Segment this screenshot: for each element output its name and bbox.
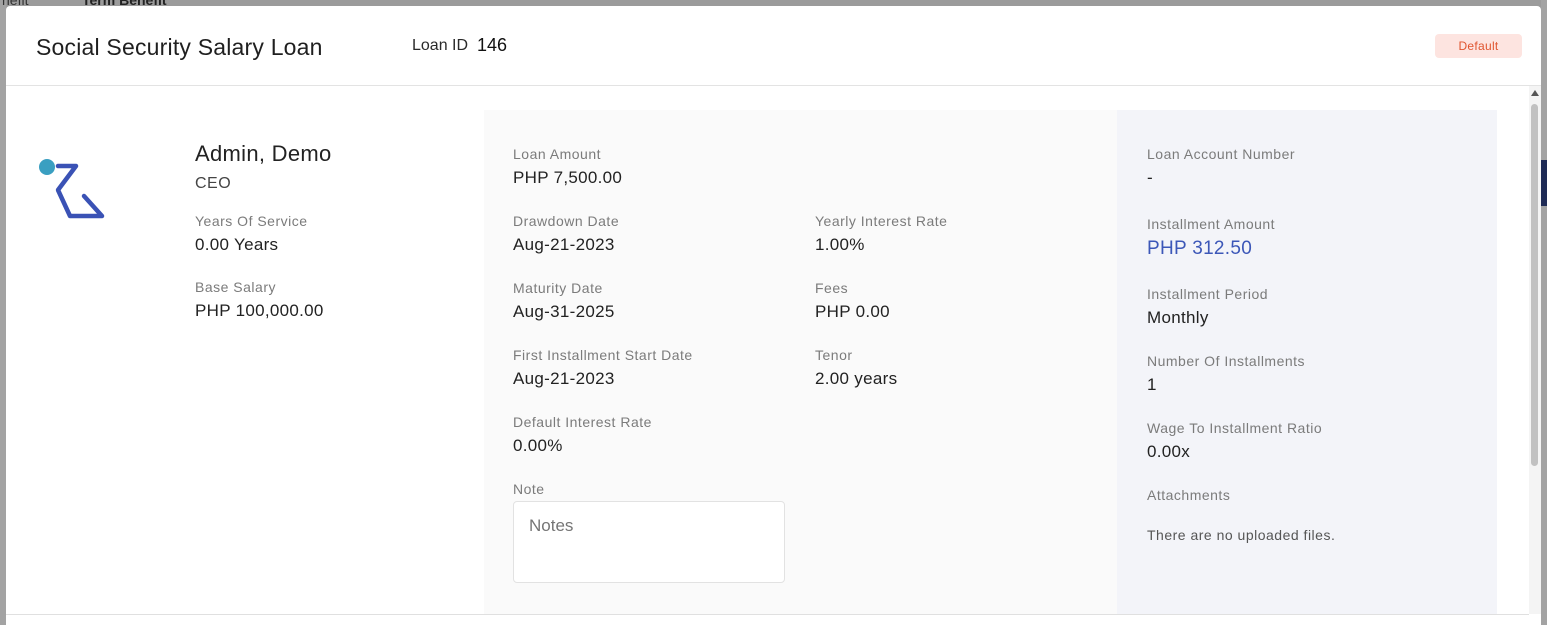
modal-header: Social Security Salary Loan Loan ID 146 …	[6, 6, 1541, 86]
tenor-field: Tenor 2.00 years	[815, 347, 897, 389]
scrollbar[interactable]	[1529, 86, 1541, 614]
installment-amount-value: PHP 312.50	[1147, 238, 1253, 259]
first-installment-value: Aug-21-2023	[513, 369, 615, 388]
wage-ratio-value: 0.00x	[1147, 442, 1191, 461]
installment-amount-label: Installment Amount	[1147, 216, 1276, 232]
scroll-up-arrow-icon[interactable]	[1531, 90, 1539, 96]
loan-id-label: Loan ID	[412, 37, 469, 54]
years-of-service-value: 0.00 Years	[195, 235, 279, 254]
loan-account-number-field: Loan Account Number -	[1147, 146, 1295, 188]
employee-position: CEO	[195, 175, 232, 192]
background-right-edge	[1541, 0, 1547, 625]
tenor-label: Tenor	[815, 347, 853, 363]
modal-title: Social Security Salary Loan	[36, 34, 323, 60]
scrollbar-thumb[interactable]	[1531, 104, 1538, 466]
maturity-date-label: Maturity Date	[513, 280, 603, 296]
note-label-text: Note	[513, 481, 545, 497]
drawdown-date-field: Drawdown Date Aug-21-2023	[513, 213, 619, 255]
fees-value: PHP 0.00	[815, 302, 890, 321]
base-salary-value: PHP 100,000.00	[195, 301, 324, 320]
drawdown-date-label: Drawdown Date	[513, 213, 620, 229]
loan-details-modal: Social Security Salary Loan Loan ID 146 …	[6, 6, 1541, 625]
loan-details-panel: Loan Amount PHP 7,500.00 Drawdown Date A…	[484, 110, 1117, 614]
attachments-empty-message: There are no uploaded files.	[1147, 527, 1336, 543]
number-of-installments-field: Number Of Installments 1	[1147, 353, 1305, 395]
modal-body: Admin, Demo CEO Years Of Service 0.00 Ye…	[6, 86, 1541, 614]
wage-ratio-field: Wage To Installment Ratio 0.00x	[1147, 420, 1322, 462]
installment-amount-field: Installment Amount PHP 312.50	[1147, 216, 1275, 260]
default-interest-rate-label: Default Interest Rate	[513, 414, 652, 430]
number-of-installments-label: Number Of Installments	[1147, 353, 1306, 369]
loan-account-number-label: Loan Account Number	[1147, 146, 1296, 162]
yearly-interest-rate-value: 1.00%	[815, 235, 865, 254]
loan-id-value: 146	[477, 35, 508, 55]
wage-ratio-label: Wage To Installment Ratio	[1147, 420, 1323, 436]
loan-amount-label: Loan Amount	[513, 146, 602, 162]
years-of-service-field: Years Of Service 0.00 Years	[195, 213, 332, 255]
status-badge: Default	[1435, 34, 1522, 58]
yearly-interest-rate-label: Yearly Interest Rate	[815, 213, 948, 229]
notes-input[interactable]	[513, 501, 785, 583]
modal-footer-divider	[6, 614, 1529, 615]
note-label: Note	[513, 481, 545, 497]
loan-account-panel: Loan Account Number - Installment Amount…	[1117, 110, 1497, 614]
background-dark-block	[1541, 160, 1547, 206]
installment-period-field: Installment Period Monthly	[1147, 286, 1268, 328]
loan-account-number-value: -	[1147, 168, 1153, 187]
company-logo-icon	[36, 156, 106, 226]
first-installment-field: First Installment Start Date Aug-21-2023	[513, 347, 693, 389]
years-of-service-label: Years Of Service	[195, 213, 308, 229]
attachments-label: Attachments	[1147, 487, 1231, 503]
base-salary-label: Base Salary	[195, 279, 276, 295]
fees-label: Fees	[815, 280, 849, 296]
employee-name: Admin, Demo	[195, 141, 332, 166]
loan-amount-value: PHP 7,500.00	[513, 168, 623, 187]
loan-amount-field: Loan Amount PHP 7,500.00	[513, 146, 622, 188]
employee-summary: Admin, Demo CEO Years Of Service 0.00 Ye…	[195, 141, 332, 321]
default-interest-rate-field: Default Interest Rate 0.00%	[513, 414, 652, 456]
installment-period-label: Installment Period	[1147, 286, 1269, 302]
fees-field: Fees PHP 0.00	[815, 280, 890, 322]
drawdown-date-value: Aug-21-2023	[513, 235, 615, 254]
base-salary-field: Base Salary PHP 100,000.00	[195, 279, 332, 321]
maturity-date-field: Maturity Date Aug-31-2025	[513, 280, 615, 322]
yearly-interest-rate-field: Yearly Interest Rate 1.00%	[815, 213, 947, 255]
first-installment-label: First Installment Start Date	[513, 347, 693, 363]
attachments-field: Attachments There are no uploaded files.	[1147, 487, 1335, 543]
maturity-date-value: Aug-31-2025	[513, 302, 615, 321]
installment-period-value: Monthly	[1147, 308, 1209, 327]
tenor-value: 2.00 years	[815, 369, 898, 388]
number-of-installments-value: 1	[1147, 375, 1157, 394]
default-interest-rate-value: 0.00%	[513, 436, 563, 455]
